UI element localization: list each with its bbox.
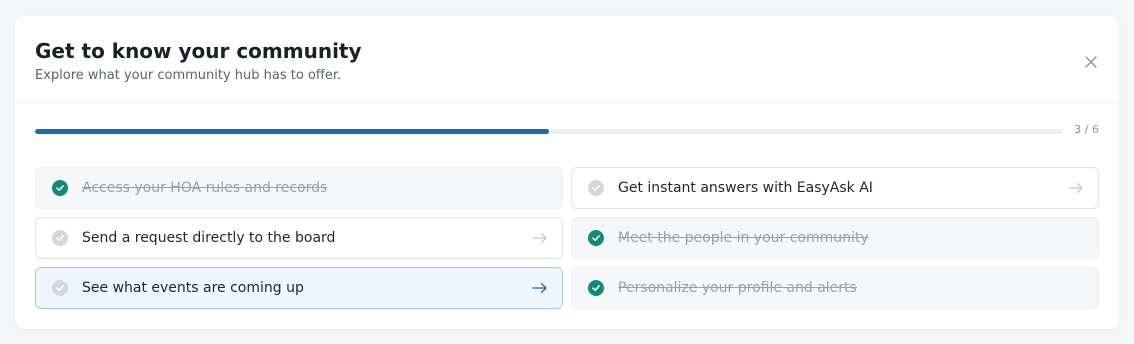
onboarding-card: Get to know your community Explore what …	[15, 16, 1119, 329]
progress-count: 3 / 6	[1074, 123, 1099, 136]
card-subtitle: Explore what your community hub has to o…	[35, 68, 342, 83]
task-item[interactable]: Access your HOA rules and records	[35, 167, 563, 209]
check-circle-icon	[588, 230, 604, 246]
check-circle-icon	[52, 280, 68, 296]
check-circle-icon	[52, 180, 68, 196]
arrow-right-icon	[532, 282, 548, 294]
close-icon	[1085, 56, 1097, 68]
progress-bar	[35, 129, 1063, 134]
check-circle-icon	[52, 230, 68, 246]
task-label: Personalize your profile and alerts	[618, 280, 857, 296]
task-item[interactable]: Send a request directly to the board	[35, 217, 563, 259]
task-label: Access your HOA rules and records	[82, 180, 328, 196]
task-label: Meet the people in your community	[618, 230, 869, 246]
task-label: Send a request directly to the board	[82, 230, 336, 246]
check-circle-icon	[588, 280, 604, 296]
task-label: Get instant answers with EasyAsk AI	[618, 180, 873, 196]
card-title: Get to know your community	[35, 39, 362, 63]
progress-fill	[35, 129, 549, 134]
task-item[interactable]: See what events are coming up	[35, 267, 563, 309]
task-label: See what events are coming up	[82, 280, 304, 296]
arrow-right-icon	[532, 232, 548, 244]
check-circle-icon	[588, 180, 604, 196]
arrow-right-icon	[1068, 182, 1084, 194]
task-item[interactable]: Meet the people in your community	[571, 217, 1099, 259]
close-button[interactable]	[1083, 54, 1099, 70]
task-item[interactable]: Personalize your profile and alerts	[571, 267, 1099, 309]
task-item[interactable]: Get instant answers with EasyAsk AI	[571, 167, 1099, 209]
card-header: Get to know your community Explore what …	[15, 16, 1119, 103]
